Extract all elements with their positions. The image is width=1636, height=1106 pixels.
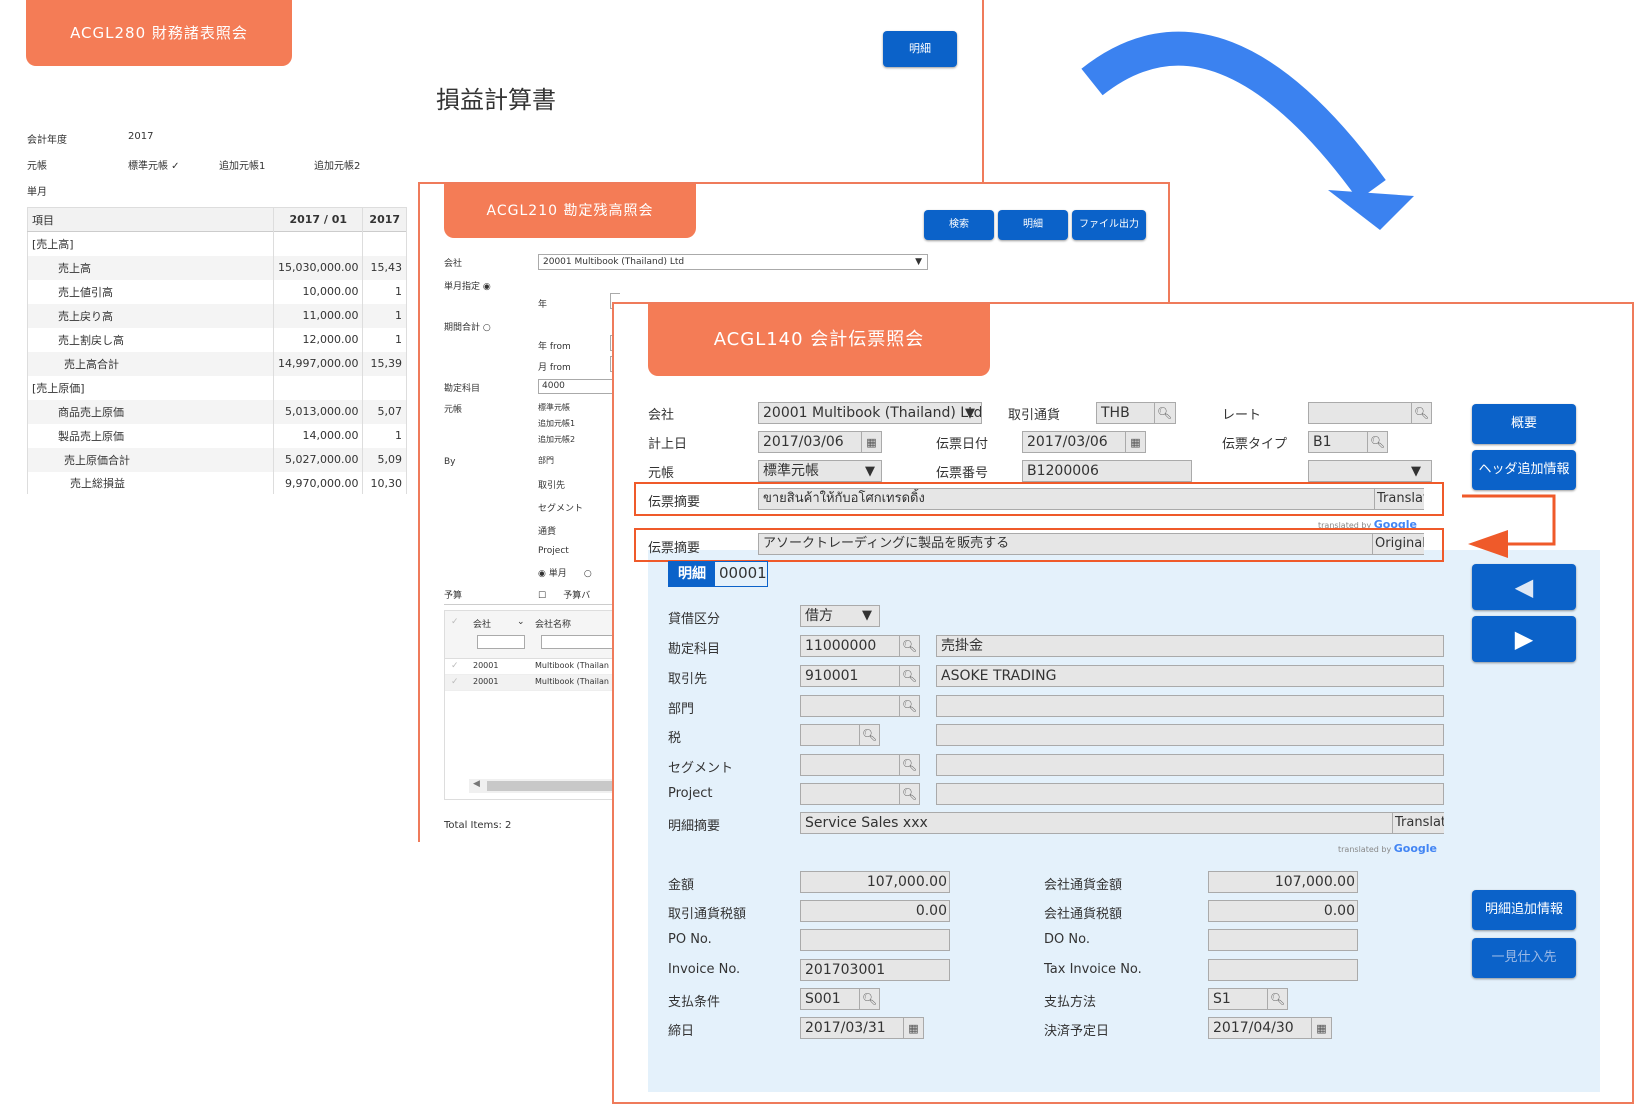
flow-arrow-icon xyxy=(1081,31,1414,230)
